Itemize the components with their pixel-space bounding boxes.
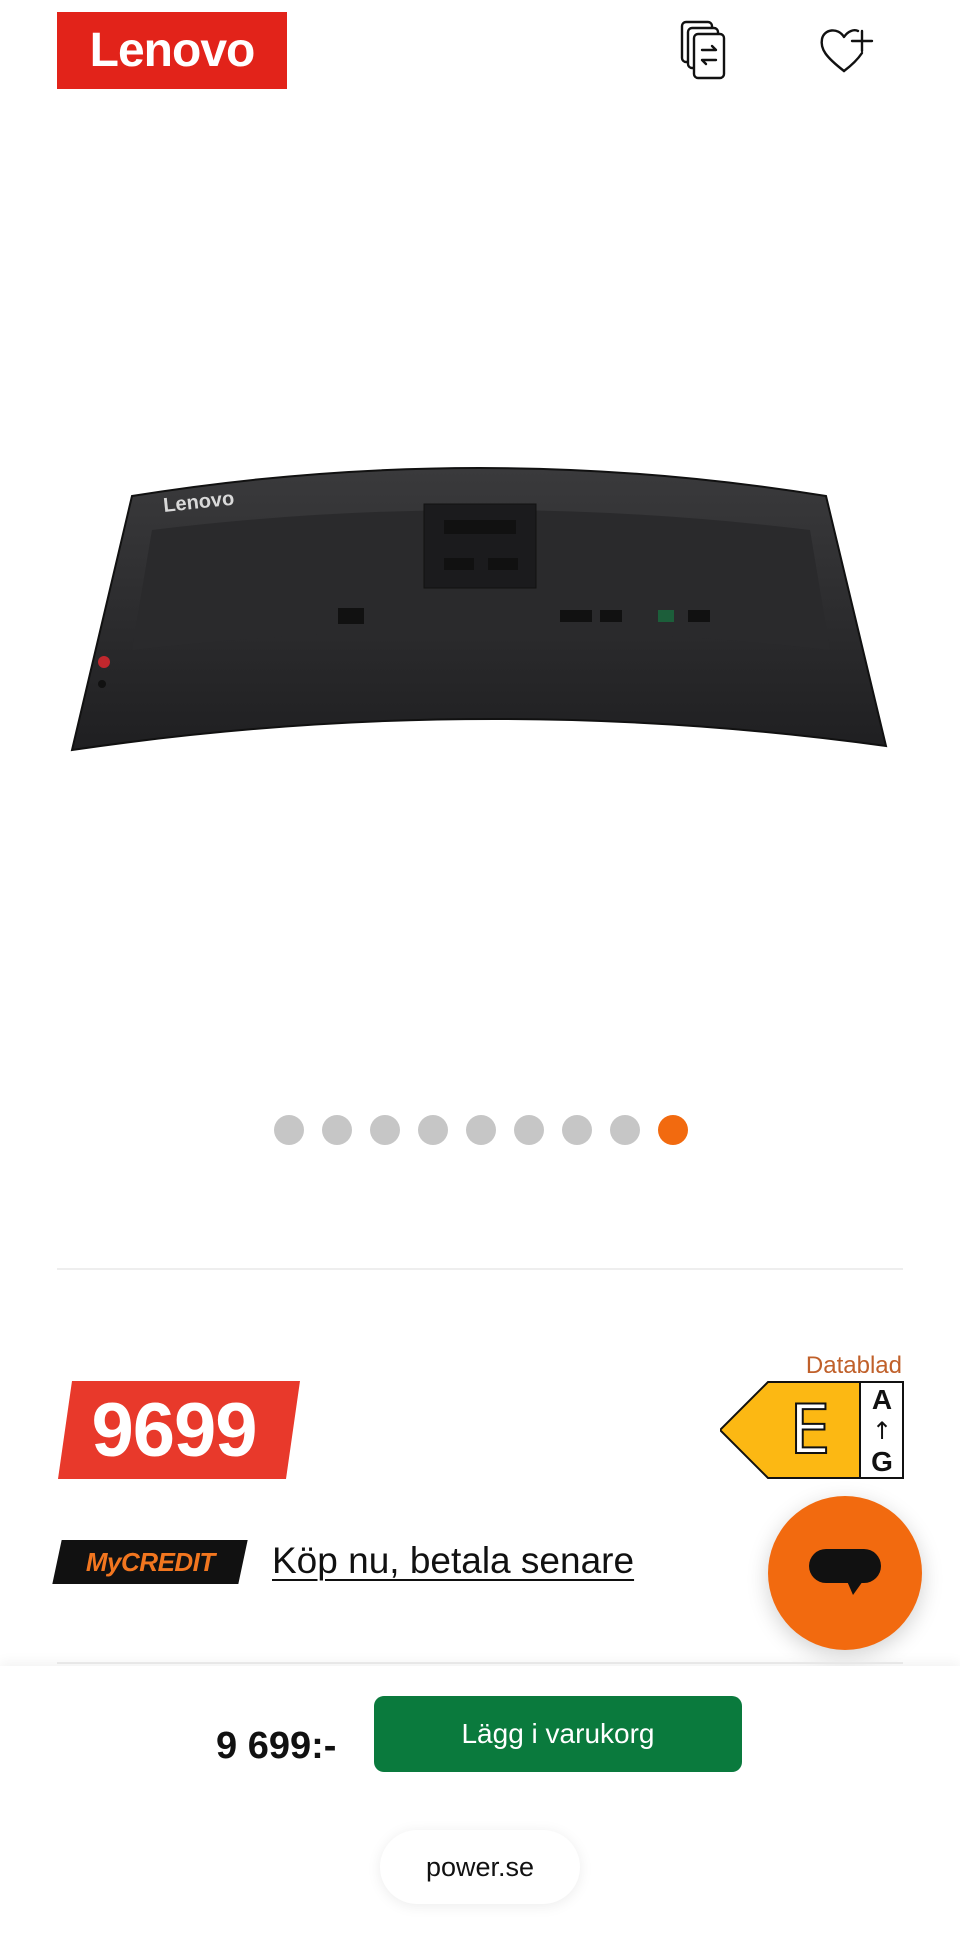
add-to-cart-button[interactable]: Lägg i varukorg [374,1696,742,1772]
compare-icon[interactable] [676,20,732,80]
mycredit-logo[interactable]: MyCREDIT [52,1540,248,1584]
energy-scale-top: A [872,1384,892,1415]
carousel-pagination [274,1115,688,1145]
energy-class-label[interactable]: E A ↑ G [720,1381,904,1479]
divider [57,1268,903,1270]
carousel-dot-active[interactable] [658,1115,688,1145]
lenovo-logo[interactable]: Lenovo [57,12,287,89]
energy-class: E [790,1391,831,1470]
energy-scale-bottom: G [871,1446,893,1477]
carousel-dot[interactable] [370,1115,400,1145]
carousel-dot[interactable] [562,1115,592,1145]
energy-scale-arrow: ↑ [872,1417,892,1445]
chat-button[interactable] [768,1496,922,1650]
carousel-dot[interactable] [274,1115,304,1145]
mycredit-logo-text: MyCREDIT [85,1546,215,1577]
carousel-dot[interactable] [418,1115,448,1145]
carousel-dot[interactable] [322,1115,352,1145]
bottom-price: 9 699:- [216,1725,337,1767]
carousel-dot[interactable] [466,1115,496,1145]
wishlist-heart-plus-icon[interactable] [818,20,874,80]
product-image-monitor[interactable]: Lenovo [60,450,900,770]
chat-bubble-icon [809,1549,881,1595]
browser-url-pill[interactable]: power.se [380,1830,580,1904]
buy-now-pay-later-link[interactable]: Köp nu, betala senare [272,1540,634,1582]
divider [57,1662,903,1664]
carousel-dot[interactable] [514,1115,544,1145]
price-badge-value: 9699 [91,1387,257,1473]
carousel-dot[interactable] [610,1115,640,1145]
datablad-link[interactable]: Datablad [806,1352,902,1380]
brand-name: Lenovo [89,24,256,77]
price-badge: 9699 [58,1381,300,1479]
